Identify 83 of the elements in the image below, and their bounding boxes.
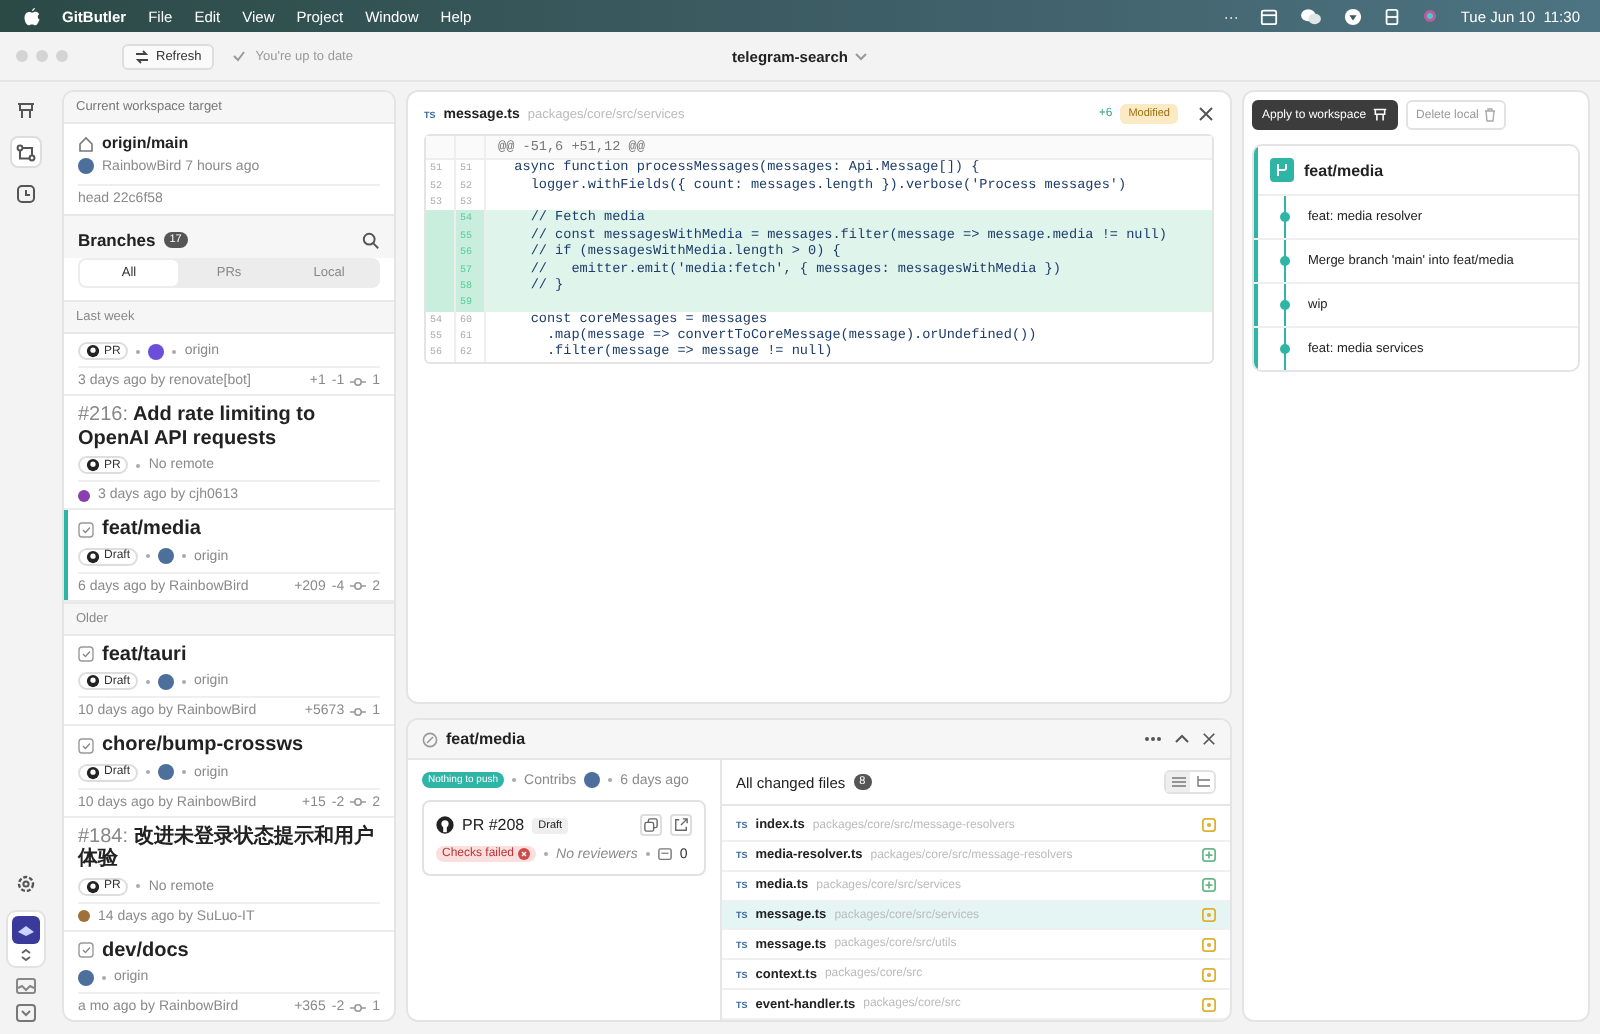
clock-icon: [16, 184, 36, 204]
added-icon: [1202, 878, 1216, 893]
github-icon: [86, 879, 100, 893]
github-icon: [86, 765, 100, 779]
refresh-icon: [134, 49, 150, 63]
separator-dot: [136, 884, 141, 888]
modified-icon: [1202, 937, 1216, 952]
open-external-button[interactable]: [670, 814, 692, 836]
copy-button[interactable]: [640, 814, 662, 836]
separator-dot: [136, 349, 141, 353]
commit-icon: [350, 1001, 367, 1013]
collapse-icon[interactable]: [1174, 734, 1190, 744]
avatar: [584, 772, 601, 788]
commit-dot: [1280, 344, 1290, 354]
separator-dot: [512, 778, 517, 782]
inbox-icon[interactable]: [16, 1004, 36, 1022]
close-icon[interactable]: [1202, 732, 1216, 746]
error-icon: [518, 848, 531, 860]
commit-icon: [350, 705, 367, 717]
search-icon[interactable]: [362, 231, 380, 249]
close-icon[interactable]: [1198, 106, 1214, 122]
section-title: Branches: [78, 230, 156, 250]
github-icon: [436, 816, 454, 834]
more-icon[interactable]: [1144, 736, 1162, 742]
calendar-icon[interactable]: [1260, 7, 1279, 25]
separator-dot: [146, 679, 151, 683]
added-icon: [1202, 848, 1216, 863]
separator-dot: [645, 852, 650, 856]
separator-dot: [172, 349, 177, 353]
pull-request-title: #216: Add rate limiting to OpenAI API requests: [78, 404, 318, 450]
apple-icon[interactable]: [24, 7, 40, 25]
pull-request-title[interactable]: PR #208: [462, 816, 525, 834]
commit-icon: [350, 580, 367, 592]
pull-request-title: #184: 改进未登录状态提示和用户体验: [78, 825, 376, 871]
separator-dot: [102, 975, 106, 979]
avatar: [78, 158, 94, 174]
chat-icon[interactable]: [1300, 7, 1323, 25]
github-icon: [86, 458, 100, 472]
github-icon: [86, 549, 100, 563]
modified-icon: [1202, 818, 1216, 833]
settings-icon: [16, 874, 36, 894]
separator-dot: [182, 770, 187, 774]
commit-dot: [1280, 212, 1290, 222]
table-icon: [16, 101, 36, 119]
separator-dot: [136, 463, 141, 467]
external-link-icon: [674, 818, 688, 832]
branch-title: feat/media: [446, 730, 526, 748]
home-icon: [78, 135, 94, 151]
status-dot-icon[interactable]: [1422, 8, 1439, 24]
list-icon: [1171, 776, 1185, 788]
chevron-down-icon: [853, 51, 868, 61]
copy-icon: [644, 818, 658, 832]
list-view-button[interactable]: [1166, 772, 1190, 792]
commit-dot: [1280, 256, 1290, 266]
modified-icon: [1202, 997, 1216, 1012]
modified-icon: [1202, 967, 1216, 982]
separator-dot: [182, 679, 187, 683]
github-icon: [86, 674, 100, 688]
check-icon: [231, 50, 246, 62]
app-logo-icon[interactable]: [12, 916, 40, 944]
branch-name: chore/bump-crossws: [102, 734, 304, 757]
chevron-updown-icon[interactable]: [20, 948, 32, 962]
github-icon: [86, 344, 100, 358]
separator-dot: [182, 554, 187, 558]
branch-name: feat/media: [1304, 161, 1384, 179]
separator-dot: [146, 554, 151, 558]
commit-icon: [350, 375, 367, 387]
branch-name: feat/tauri: [102, 643, 187, 666]
separator-dot: [608, 778, 613, 782]
comment-icon: [657, 847, 672, 861]
branch-name: feat/media: [102, 518, 201, 541]
commit-dot: [1280, 300, 1290, 310]
commit-icon: [350, 796, 367, 808]
tree-icon: [1195, 776, 1209, 788]
target-branch[interactable]: origin/main: [102, 134, 189, 152]
branches-button[interactable]: [10, 136, 42, 168]
modified-icon: [1202, 908, 1216, 922]
trash-icon: [1484, 108, 1497, 122]
separator-dot: [146, 770, 151, 774]
separator-dot: [544, 852, 549, 856]
device-icon[interactable]: [1384, 7, 1401, 25]
table-icon: [1372, 108, 1389, 122]
branch-name: dev/docs: [102, 939, 189, 962]
